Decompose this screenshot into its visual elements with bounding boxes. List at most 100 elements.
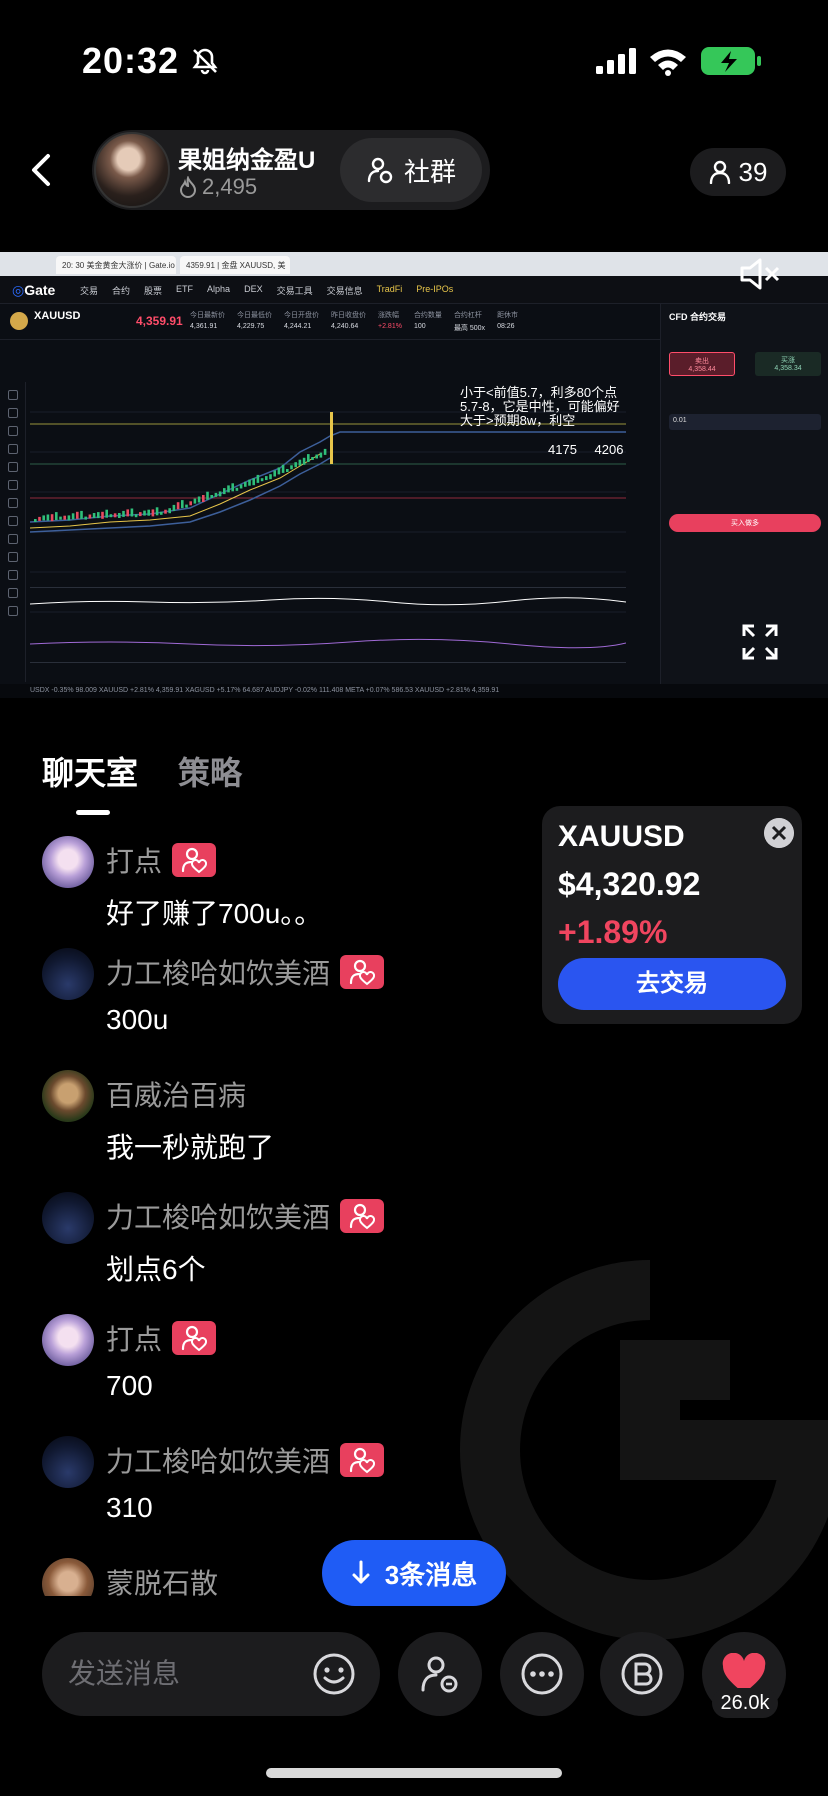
tab-strategy[interactable]: 策略 <box>178 748 242 794</box>
message-text: 我一秒就跑了 <box>106 1132 275 1163</box>
chat-message[interactable]: 力工梭哈如饮美酒 310 <box>42 1436 542 1546</box>
host-avatar[interactable] <box>94 132 170 208</box>
person-icon <box>709 160 730 184</box>
user-name-row: 打点 <box>106 1318 217 1358</box>
back-button[interactable] <box>22 148 62 192</box>
level-label: 4175 <box>548 442 577 457</box>
stream-levels: 4175 4206 <box>548 442 623 457</box>
candle <box>286 469 289 472</box>
exchange-nav: ◎Gate 交易 合约 股票 ETF Alpha DEX 交易工具 交易信息 T… <box>0 276 828 304</box>
viewer-count-pill[interactable]: 39 <box>690 148 786 196</box>
stream-annotation: 小于<前值5.7，利多80个点 5.7-8，它是中性，可能偏好 大于>预期8w，… <box>460 385 620 428</box>
candle <box>323 448 327 455</box>
candle <box>210 495 213 498</box>
close-icon[interactable] <box>764 818 794 848</box>
message-input[interactable] <box>68 1654 298 1694</box>
browser-tab: 20: 30 美金黄金大涨价 | Gate.io <box>56 256 176 274</box>
asset-card[interactable]: XAUUSD $4,320.92 +1.89% 去交易 <box>542 806 802 1024</box>
chat-message[interactable]: 百威治百病 我一秒就跑了 <box>42 1070 542 1180</box>
candle <box>311 457 314 460</box>
browser-tab-bar: 20: 30 美金黄金大涨价 | Gate.io 4359.91 | 金盘 XA… <box>0 252 828 276</box>
candle <box>113 513 117 518</box>
candle <box>319 452 323 458</box>
message-text: 划点6个 <box>106 1254 206 1285</box>
stream-bottom-ticker: USDX -0.35% 98.009 XAUUSD +2.81% 4,359.9… <box>0 684 828 698</box>
chat-message[interactable]: 力工梭哈如饮美酒 300u <box>42 948 542 1058</box>
coin-button[interactable] <box>600 1632 684 1716</box>
asset-price: $4,320.92 <box>558 866 701 902</box>
level-label: 4206 <box>594 442 624 457</box>
candle <box>76 511 79 519</box>
candle <box>307 454 310 463</box>
stat: 今日开盘价 4,244.21 <box>284 312 319 330</box>
candle <box>109 514 113 518</box>
nav-item: 股票 <box>144 286 163 296</box>
candle <box>197 496 201 503</box>
candle <box>155 507 159 516</box>
follow-button[interactable] <box>398 1632 482 1716</box>
host-name: 果姐纳金盈U <box>178 147 316 174</box>
live-stream-video[interactable]: 20: 30 美金黄金大涨价 | Gate.io 4359.91 | 金盘 XA… <box>0 252 828 698</box>
fan-badge-icon <box>340 1199 385 1233</box>
message-text: 700 <box>106 1370 153 1401</box>
candle <box>105 509 108 518</box>
user-avatar[interactable] <box>42 1070 94 1122</box>
viewer-count: 39 <box>738 156 768 187</box>
user-name: 打点 <box>106 846 163 877</box>
user-avatar[interactable] <box>42 1314 94 1366</box>
user-avatar[interactable] <box>42 836 94 888</box>
message-text: 300u <box>106 1004 169 1035</box>
status-time: 20:32 <box>82 40 180 81</box>
fullscreen-icon[interactable] <box>742 624 778 660</box>
candle <box>97 512 100 519</box>
candle <box>193 498 197 504</box>
candle <box>42 515 45 521</box>
candle <box>46 514 50 521</box>
candle <box>130 508 134 517</box>
user-avatar[interactable] <box>42 1192 94 1244</box>
host-info[interactable]: 果姐纳金盈U 2,495 社群 <box>92 130 490 210</box>
buy-box: 买涨 4,358.34 <box>755 352 821 376</box>
tab-chat[interactable]: 聊天室 <box>42 748 138 794</box>
user-avatar[interactable] <box>42 1558 94 1596</box>
battery-charging-icon <box>701 47 761 75</box>
candle <box>218 491 222 497</box>
wifi-icon <box>650 49 686 76</box>
stat: 今日最低价 4,229.75 <box>237 312 272 330</box>
candle <box>160 511 163 515</box>
candle <box>231 483 234 492</box>
chat-message[interactable]: 打点 好了赚了700u。。 <box>42 836 542 946</box>
candle <box>252 478 255 486</box>
user-avatar[interactable] <box>42 1436 94 1488</box>
candle <box>223 488 226 495</box>
community-button[interactable]: 社群 <box>340 138 482 202</box>
cellular-signal-icon <box>596 48 636 74</box>
exchange-nav-items: 交易 合约 股票 ETF Alpha DEX 交易工具 交易信息 TradFi … <box>80 284 453 297</box>
speaker-muted-icon[interactable] <box>738 254 782 294</box>
stream-price: 4,359.91 <box>136 314 183 328</box>
candle <box>290 465 293 470</box>
arrow-down-icon <box>352 1560 370 1584</box>
message-input-pill[interactable] <box>42 1632 380 1716</box>
gold-coin-icon <box>10 312 28 330</box>
exchange-logo: ◎Gate <box>12 282 56 298</box>
home-indicator[interactable] <box>266 1768 562 1778</box>
stat: 合约杠杆 最高 500x <box>453 312 486 332</box>
candle <box>118 513 121 518</box>
asset-symbol: XAUUSD <box>558 820 685 853</box>
candle <box>88 514 92 519</box>
more-button[interactable] <box>500 1632 584 1716</box>
go-trade-button[interactable]: 去交易 <box>558 958 786 1010</box>
candle <box>176 502 180 510</box>
user-avatar[interactable] <box>42 948 94 1000</box>
chat-message[interactable]: 力工梭哈如饮美酒 划点6个 <box>42 1192 542 1302</box>
chat-message[interactable]: 打点 700 <box>42 1314 542 1424</box>
new-messages-label: 3条消息 <box>384 1559 478 1590</box>
new-messages-button[interactable]: 3条消息 <box>322 1540 506 1606</box>
fan-badge-icon <box>172 1321 217 1355</box>
community-icon <box>367 157 393 184</box>
candle <box>143 510 146 516</box>
candle <box>189 501 192 506</box>
candle <box>122 510 125 517</box>
emoji-icon[interactable] <box>312 1652 356 1696</box>
